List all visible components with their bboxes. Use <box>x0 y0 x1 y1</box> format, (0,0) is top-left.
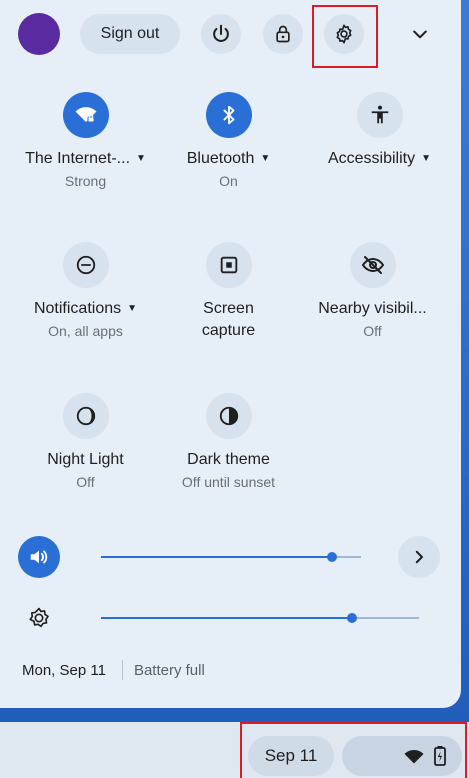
nearby-visibility-status: Off <box>363 323 382 339</box>
bluetooth-icon <box>223 105 234 125</box>
speaker-icon <box>30 550 48 564</box>
bluetooth-status: On <box>219 173 238 189</box>
battery-icon <box>434 746 446 766</box>
notifications-dropdown-icon[interactable]: ▼ <box>127 303 137 314</box>
bluetooth-label: Bluetooth ▼ <box>186 150 271 167</box>
dark-theme-status: Off until sunset <box>181 474 276 490</box>
brightness-icon <box>29 607 49 628</box>
wifi-status: Strong <box>64 173 107 189</box>
accessibility-label: Accessibility ▼ <box>327 150 432 167</box>
tile-wifi[interactable]: The Internet-... ▼ Strong <box>13 92 158 192</box>
volume-slider-thumb[interactable] <box>327 552 338 562</box>
tile-notifications[interactable]: Notifications ▼ On, all apps <box>13 242 158 342</box>
mute-button[interactable] <box>18 536 60 578</box>
chevron-right-icon <box>415 550 423 564</box>
quick-settings-panel: Sign out The Internet-... ▼ Strong Bluet… <box>0 0 461 708</box>
brightness-button <box>18 597 60 639</box>
night-light-icon <box>76 406 95 426</box>
wifi-dropdown-icon[interactable]: ▼ <box>136 153 146 164</box>
audio-settings-button[interactable] <box>398 536 440 578</box>
bluetooth-dropdown-icon[interactable]: ▼ <box>260 153 270 164</box>
volume-row <box>0 536 461 580</box>
power-button[interactable] <box>201 14 241 54</box>
screen-capture-toggle[interactable] <box>205 242 252 288</box>
wifi-lock-icon <box>75 107 96 123</box>
settings-button[interactable] <box>324 14 364 54</box>
brightness-row <box>0 597 461 641</box>
accessibility-icon <box>371 105 388 124</box>
do-not-disturb-icon <box>76 255 95 275</box>
tile-screen-capture[interactable]: Screen capture <box>156 242 301 342</box>
lock-button[interactable] <box>263 14 303 54</box>
nearby-visibility-toggle[interactable] <box>349 242 396 288</box>
sign-out-button[interactable]: Sign out <box>80 14 180 54</box>
brightness-slider-thumb[interactable] <box>347 613 358 623</box>
screen-capture-label-line2: capture <box>201 322 256 339</box>
chevron-down-icon <box>413 30 427 39</box>
tile-nearby-visibility[interactable]: Nearby visibil... Off <box>300 242 445 342</box>
wifi-icon <box>404 749 424 764</box>
status-tray-button[interactable] <box>342 736 462 776</box>
battery-status: Battery full <box>133 661 205 679</box>
tile-bluetooth[interactable]: Bluetooth ▼ On <box>156 92 301 192</box>
dark-theme-icon <box>219 406 238 426</box>
night-light-status: Off <box>76 474 95 490</box>
dark-theme-label: Dark theme <box>187 451 270 468</box>
accessibility-dropdown-icon[interactable]: ▼ <box>421 153 431 164</box>
brightness-slider[interactable] <box>101 613 419 623</box>
notifications-toggle[interactable] <box>62 242 109 288</box>
wifi-label: The Internet-... ▼ <box>25 150 146 167</box>
wifi-toggle[interactable] <box>62 92 109 138</box>
quick-settings-footer: Mon, Sep 11 Battery full <box>22 660 205 680</box>
night-light-toggle[interactable] <box>62 393 109 439</box>
screen-capture-label-line1: Screen <box>203 300 254 317</box>
dark-theme-toggle[interactable] <box>205 393 252 439</box>
lock-icon <box>276 25 290 43</box>
notifications-label: Notifications ▼ <box>33 300 138 317</box>
footer-date[interactable]: Mon, Sep 11 <box>22 662 106 679</box>
notifications-status: On, all apps <box>48 323 123 339</box>
night-light-label: Night Light <box>47 451 124 468</box>
tile-accessibility[interactable]: Accessibility ▼ <box>307 92 452 170</box>
nearby-visibility-label: Nearby visibil... <box>318 300 427 317</box>
screen-capture-icon <box>220 256 237 274</box>
collapse-button[interactable] <box>400 14 440 54</box>
footer-divider <box>121 660 123 680</box>
tile-dark-theme[interactable]: Dark theme Off until sunset <box>156 393 301 493</box>
visibility-off-icon <box>361 256 384 274</box>
volume-slider-fill <box>101 556 333 558</box>
tile-night-light[interactable]: Night Light Off <box>13 393 158 493</box>
quick-settings-topbar: Sign out <box>0 0 461 70</box>
bluetooth-toggle[interactable] <box>205 92 252 138</box>
shelf-date-button[interactable]: Sep 11 <box>248 736 334 776</box>
shelf: Sep 11 <box>0 708 469 778</box>
power-icon <box>213 24 229 42</box>
gear-icon <box>336 24 352 44</box>
avatar[interactable] <box>18 13 60 55</box>
volume-slider[interactable] <box>101 552 361 562</box>
brightness-slider-fill <box>101 617 353 619</box>
accessibility-toggle[interactable] <box>356 92 403 138</box>
